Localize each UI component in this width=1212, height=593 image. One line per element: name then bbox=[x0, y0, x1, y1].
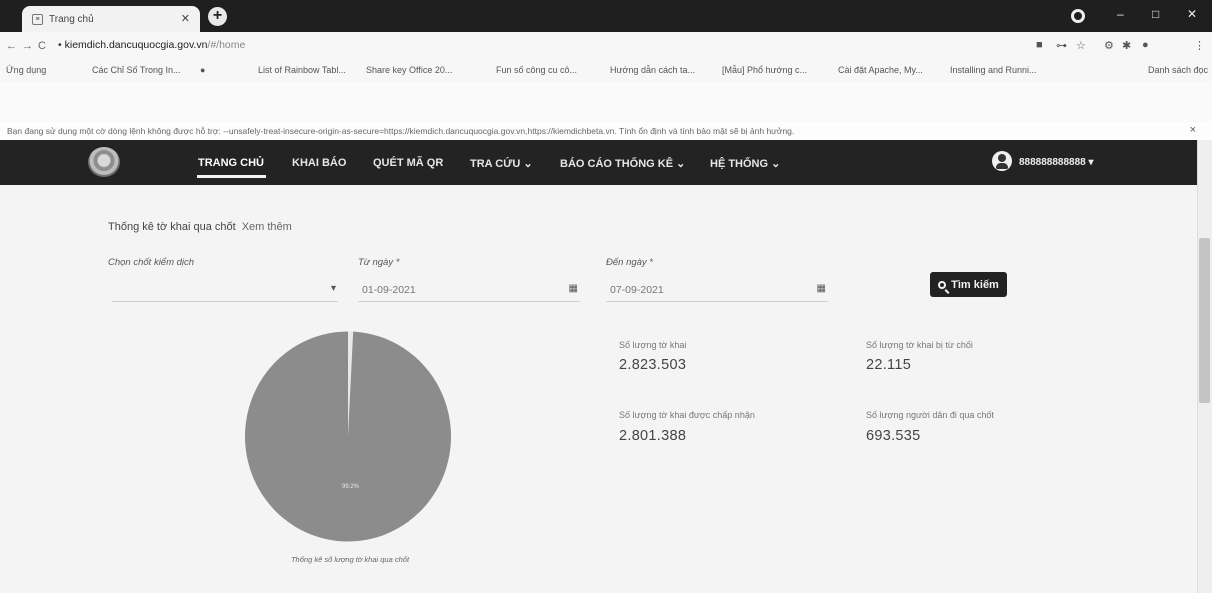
emblem-logo[interactable] bbox=[88, 147, 120, 177]
active-nav-underline bbox=[197, 175, 266, 178]
tab-title: Trang chủ bbox=[49, 13, 94, 25]
address-bar: ← → C • kiemdich.dancuquocgia.gov.vn/#/h… bbox=[0, 32, 1212, 61]
user-avatar-icon[interactable] bbox=[992, 151, 1012, 171]
nav-home[interactable]: TRANG CHỦ bbox=[198, 157, 264, 169]
warning-infobar: Bạn đang sử dụng một cờ dòng lệnh không … bbox=[0, 122, 1212, 141]
pie-caption: Thống kê số lượng tờ khai qua chốt bbox=[290, 555, 410, 564]
page-favicon-icon: ≡ bbox=[32, 13, 43, 25]
search-icon bbox=[938, 280, 947, 289]
view-more-link[interactable]: Xem thêm bbox=[242, 221, 292, 233]
nav-lookup[interactable]: TRA CỨU ⌄ bbox=[470, 157, 533, 170]
to-date-label: Đến ngày * bbox=[606, 257, 654, 268]
bookmark-apps[interactable]: Ứng dụng bbox=[6, 65, 46, 75]
puzzle-icon[interactable]: ✱ bbox=[1122, 39, 1131, 52]
bookmark-item[interactable]: Installing and Runni... bbox=[950, 65, 1037, 75]
url-field[interactable]: • kiemdich.dancuquocgia.gov.vn/#/home bbox=[58, 39, 245, 51]
bookmark-item[interactable]: Hướng dẫn cách ta... bbox=[610, 65, 695, 75]
bookmark-item[interactable]: Các Chỉ Số Trong In... bbox=[92, 65, 181, 75]
stat-label-people: Số lượng người dân đi qua chốt bbox=[866, 410, 994, 420]
stat-label-total: Số lượng tờ khai bbox=[619, 340, 687, 350]
stat-label-accepted: Số lượng tờ khai được chấp nhận bbox=[619, 410, 755, 420]
bookmark-item[interactable]: List of Rainbow Tabl... bbox=[258, 65, 346, 75]
profile-icon[interactable] bbox=[1071, 9, 1085, 23]
nav-declare[interactable]: KHAI BÁO bbox=[292, 157, 346, 169]
calendar-icon[interactable]: ▦ bbox=[817, 283, 826, 294]
forward-icon[interactable]: → bbox=[22, 40, 33, 52]
to-date-input[interactable]: 07-09-2021 ▦ bbox=[606, 279, 828, 302]
new-tab-button[interactable]: + bbox=[208, 7, 227, 26]
minimize-icon[interactable]: – bbox=[1117, 7, 1124, 21]
from-date-input[interactable]: 01-09-2021 ▦ bbox=[358, 279, 580, 302]
close-tab-icon[interactable]: ✕ bbox=[181, 12, 190, 25]
extension-icon[interactable]: ⚙ bbox=[1104, 39, 1114, 52]
nav-reports[interactable]: BÁO CÁO THỐNG KÊ ⌄ bbox=[560, 157, 685, 170]
checkpoint-label: Chọn chốt kiểm dịch bbox=[108, 257, 195, 268]
github-icon[interactable]: ● bbox=[200, 65, 205, 75]
dropdown-arrow-icon: ▾ bbox=[330, 283, 336, 294]
from-date-label: Từ ngày * bbox=[358, 257, 400, 268]
camera-icon[interactable]: ■ bbox=[1036, 39, 1043, 51]
star-icon[interactable]: ☆ bbox=[1076, 39, 1086, 52]
pie-chart: 99.2% bbox=[245, 331, 451, 542]
bookmark-item[interactable]: [Mẫu] Phổ hướng c... bbox=[722, 65, 807, 75]
reload-icon[interactable]: C bbox=[38, 40, 46, 52]
url-host: kiemdich.dancuquocgia.gov.vn bbox=[64, 39, 208, 51]
pie-slice-accepted[interactable] bbox=[245, 331, 451, 542]
section-title-text: Thống kê tờ khai qua chốt bbox=[108, 221, 236, 233]
main-content bbox=[0, 185, 1197, 593]
checkpoint-select[interactable]: ▾ bbox=[112, 279, 338, 302]
bookmarks-bar: Ứng dụng Các Chỉ Số Trong In... ● List o… bbox=[0, 60, 1212, 83]
browser-tab-bar: ≡ Trang chủ ✕ + – □ ✕ bbox=[0, 0, 1212, 32]
search-button-label: Tìm kiếm bbox=[951, 278, 999, 291]
url-path: /#/home bbox=[207, 39, 246, 51]
stat-label-rejected: Số lượng tờ khai bị từ chối bbox=[866, 340, 973, 350]
reading-list[interactable]: Danh sách đọc bbox=[1148, 65, 1208, 75]
page-top-area bbox=[0, 82, 1212, 122]
bookmark-item[interactable]: Fun số công cu cô... bbox=[496, 65, 577, 75]
user-menu[interactable]: 888888888888 ▾ bbox=[1019, 157, 1094, 168]
stat-value-accepted: 2.801.388 bbox=[619, 428, 687, 444]
lock-icon: • bbox=[58, 39, 62, 51]
infobar-text: Bạn đang sử dụng một cờ dòng lệnh không … bbox=[7, 126, 795, 136]
nav-system[interactable]: HỆ THỐNG ⌄ bbox=[710, 157, 780, 170]
section-title: Thống kê tờ khai qua chốt Xem thêm bbox=[108, 221, 292, 233]
bookmark-item[interactable]: Share key Office 20... bbox=[366, 65, 452, 75]
stat-value-rejected: 22.115 bbox=[866, 357, 912, 373]
nav-scan-qr[interactable]: QUÉT MÃ QR bbox=[373, 157, 443, 169]
app-navbar: TRANG CHỦ KHAI BÁO QUÉT MÃ QR TRA CỨU ⌄ … bbox=[0, 140, 1197, 185]
to-date-value: 07-09-2021 bbox=[610, 284, 664, 296]
search-button[interactable]: Tìm kiếm bbox=[930, 272, 1007, 297]
browser-tab[interactable]: ≡ Trang chủ ✕ bbox=[22, 6, 200, 32]
close-infobar-icon[interactable]: × bbox=[1190, 124, 1196, 136]
from-date-value: 01-09-2021 bbox=[362, 284, 416, 296]
maximize-icon[interactable]: □ bbox=[1152, 7, 1159, 21]
account-icon[interactable]: ● bbox=[1142, 39, 1149, 51]
stat-value-total: 2.823.503 bbox=[619, 357, 687, 373]
stat-value-people: 693.535 bbox=[866, 428, 921, 444]
pie-slice-label: 99.2% bbox=[342, 484, 360, 490]
back-icon[interactable]: ← bbox=[6, 40, 17, 52]
key-icon[interactable]: ⊶ bbox=[1056, 39, 1067, 52]
close-window-icon[interactable]: ✕ bbox=[1187, 7, 1197, 21]
menu-icon[interactable]: ⋮ bbox=[1194, 39, 1205, 52]
bookmark-item[interactable]: Cài đặt Apache, My... bbox=[838, 65, 923, 75]
scrollbar-thumb[interactable] bbox=[1199, 238, 1210, 403]
calendar-icon[interactable]: ▦ bbox=[569, 283, 578, 294]
